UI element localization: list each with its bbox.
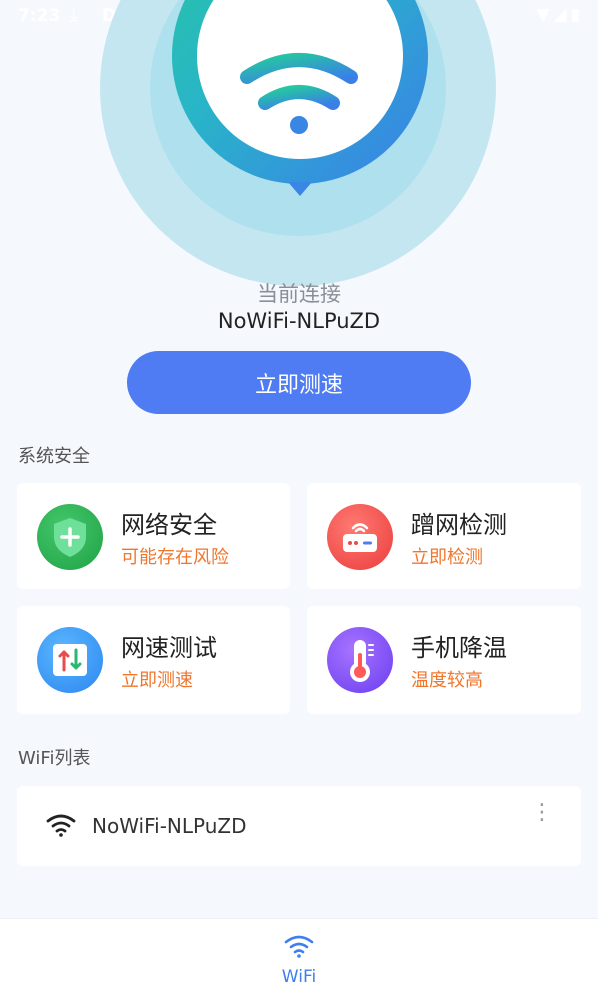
speed-test-button[interactable]: 立即测速: [127, 351, 471, 414]
card-title: 网络安全: [121, 511, 217, 539]
hero-wifi-badge[interactable]: [197, 0, 403, 159]
card-phone-cooling[interactable]: 手机降温 温度较高: [307, 606, 581, 714]
card-speed-test[interactable]: 网速测试 立即测速: [17, 606, 290, 714]
download-icon: ⤓: [70, 5, 78, 25]
wifi-list-item[interactable]: NoWiFi-NLPuZD ⋮: [17, 786, 581, 866]
card-subtitle: 可能存在风险: [121, 547, 229, 568]
more-options-icon[interactable]: ⋮: [531, 802, 553, 824]
card-network-security[interactable]: 网络安全 可能存在风险: [17, 483, 290, 589]
status-indicators-icon: ▼◢▮: [536, 5, 584, 25]
section-title-wifi-list: WiFi列表: [18, 748, 91, 769]
shield-icon: [37, 504, 103, 570]
hero-pointer: [288, 182, 312, 196]
router-icon: [327, 504, 393, 570]
wifi-ssid: NoWiFi-NLPuZD: [92, 814, 247, 838]
status-time: 7:23: [18, 6, 61, 26]
card-title: 蹭网检测: [411, 511, 507, 539]
card-title: 手机降温: [411, 634, 507, 662]
wifi-signal-icon: [46, 814, 76, 837]
card-title: 网速测试: [121, 634, 217, 662]
speed-test-icon: [37, 627, 103, 693]
card-freeloader-detect[interactable]: 蹭网检测 立即检测: [307, 483, 581, 589]
card-subtitle: 温度较高: [411, 670, 483, 691]
card-subtitle: 立即检测: [411, 547, 483, 568]
thermometer-icon: [327, 627, 393, 693]
tab-wifi[interactable]: [259, 919, 339, 999]
wifi-icon: [240, 53, 358, 134]
bottom-nav: WiFi: [0, 918, 598, 999]
connection-caption: 当前连接: [257, 282, 341, 306]
section-title-system-security: 系统安全: [18, 446, 90, 467]
tab-wifi-label: WiFi: [281, 967, 317, 987]
wifi-tab-icon: [284, 935, 314, 958]
card-subtitle: 立即测速: [121, 670, 193, 691]
current-ssid: NoWiFi-NLPuZD: [217, 309, 381, 333]
